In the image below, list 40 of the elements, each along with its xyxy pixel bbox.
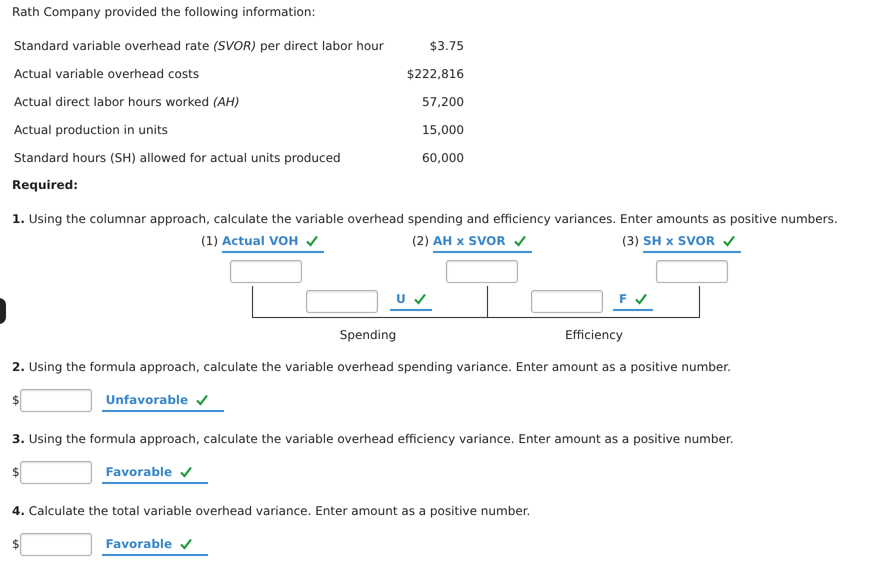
question-text: 4. Calculate the total variable overhead variance. Enter amount as a positive number.	[12, 503, 532, 518]
fact-label: Actual production in units	[14, 122, 168, 139]
selected-answer[interactable]: SH x SVOR	[643, 232, 715, 250]
selected-answer[interactable]: Unfavorable	[106, 390, 188, 408]
input-field[interactable]	[20, 388, 92, 412]
input-field[interactable]	[230, 260, 302, 283]
question-text: 2. Using the formula approach, calculate the variable overhead spending variance. Enter amount as a positive number.	[12, 359, 732, 374]
selected-answer[interactable]: Favorable	[106, 462, 172, 480]
currency-symbol: $	[12, 464, 20, 481]
column-number: (1)	[201, 233, 218, 250]
input-field[interactable]	[306, 290, 378, 313]
selected-answer[interactable]: U	[396, 290, 406, 308]
fact-label: Standard hours (SH) allowed for actual units produced	[14, 150, 341, 167]
input-field[interactable]	[656, 260, 728, 283]
input-field[interactable]	[20, 532, 92, 556]
input-field[interactable]	[531, 290, 603, 313]
column-number: (3)	[622, 233, 639, 250]
fact-value: 60,000	[422, 150, 464, 167]
column-number: (2)	[412, 233, 429, 250]
selected-answer[interactable]: Favorable	[106, 534, 172, 552]
question-text: 3. Using the formula approach, calculate the variable overhead efficiency variance. Enter amount as a positive number.	[12, 431, 735, 446]
fact-value: 15,000	[422, 122, 464, 139]
fact-label: Actual direct labor hours worked (AH)	[14, 94, 240, 111]
input-field[interactable]	[446, 260, 518, 283]
fact-label: Actual variable overhead costs	[14, 66, 200, 83]
required-heading: Required:	[12, 177, 80, 194]
selected-answer[interactable]: Actual VOH	[222, 232, 298, 250]
input-field[interactable]	[20, 460, 92, 484]
fact-value: $222,816	[406, 66, 464, 83]
variance-label: Efficiency	[565, 327, 623, 344]
selected-answer[interactable]: F	[619, 290, 628, 308]
fact-value: 57,200	[422, 94, 464, 111]
selected-answer[interactable]: AH x SVOR	[433, 232, 506, 250]
question-text: 1. Using the columnar approach, calculate the variable overhead spending and efficiency variances. Enter amounts as positive numbers.	[12, 211, 839, 226]
currency-symbol: $	[12, 536, 20, 553]
fact-label: Standard variable overhead rate (SVOR) per direct labor hour	[14, 38, 384, 55]
fact-value: $3.75	[430, 38, 464, 55]
currency-symbol: $	[12, 392, 20, 409]
intro-text: Rath Company provided the following information:	[12, 4, 317, 21]
variance-label: Spending	[340, 327, 396, 344]
